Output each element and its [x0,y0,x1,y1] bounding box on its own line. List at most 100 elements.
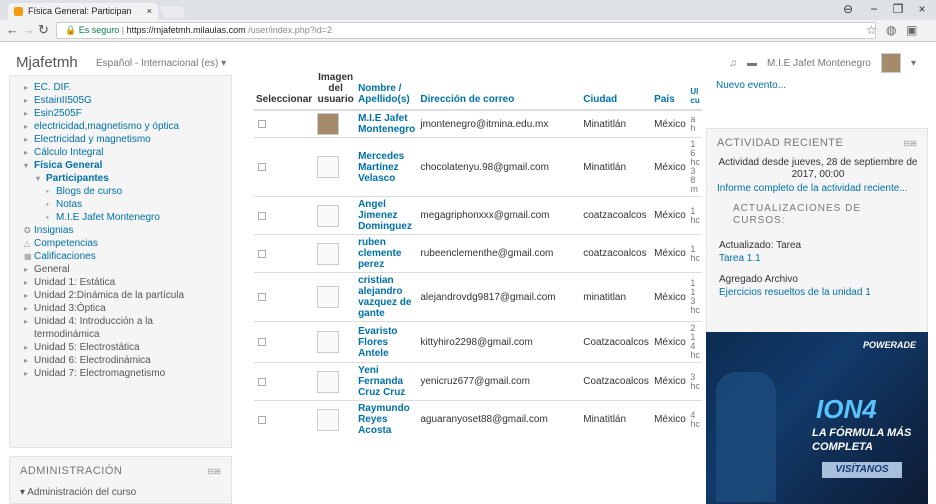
select-checkbox[interactable] [258,249,266,258]
select-checkbox[interactable] [258,211,266,220]
nav-item[interactable]: ▸ General [24,264,231,276]
user-picture[interactable] [317,156,340,178]
user-name-link[interactable]: Raymundo Reyes Acosta [356,400,419,438]
star-icon[interactable]: ☆ [866,23,877,37]
select-checkbox[interactable] [258,415,266,424]
chevron-icon: ▸ [24,135,29,144]
block-collapse-icon[interactable]: ⊟⊞ [904,139,917,148]
nav-item[interactable]: ▸ EC. DIF. [24,82,231,94]
user-picture[interactable] [317,286,340,308]
chevron-down-icon[interactable]: ▾ [911,58,916,69]
address-bar[interactable]: 🔒 Es seguro | https://mjafetmh.milaulas.… [56,22,876,39]
nav-item[interactable]: ▸ Unidad 1: Estática [24,277,231,289]
site-brand[interactable]: Mjafetmh [16,54,78,71]
user-picture[interactable] [317,242,340,265]
select-checkbox[interactable] [258,163,266,171]
forward-arrow-icon[interactable]: → [22,22,35,37]
ad-product: ION4 [816,394,877,424]
nav-item[interactable]: ▾ Física General [24,160,231,172]
nav-item[interactable]: ▸ Cálculo Integral [24,147,231,159]
ad-cta-button[interactable]: VISÍTANOS [822,462,902,478]
user-name[interactable]: M.I.E Jafet Montenegro [767,58,871,69]
nav-item[interactable]: • Notas [24,199,231,211]
nav-item[interactable]: ▸ Esin2505F [24,108,231,120]
header-name[interactable]: Nombre / Apellido(s) [356,70,419,111]
block-collapse-icon[interactable]: ⊟⊞ [208,467,221,476]
header-last-access[interactable]: Ul cu [688,70,702,111]
minimize-button[interactable]: − [862,2,886,16]
nav-item[interactable]: ▸ electricidad,magnetismo y óptica [24,121,231,133]
select-checkbox[interactable] [258,338,266,346]
new-tab-button[interactable] [159,6,187,18]
user-name-link[interactable]: Evaristo Flores Antele [356,321,419,363]
extension-icon[interactable]: ◍ [886,23,896,37]
full-report-link[interactable]: Informe completo de la actividad recient… [717,183,922,194]
nav-item[interactable]: ▸ Unidad 4: Introducción a la [24,316,231,328]
last-access-cell: 1 hc [688,196,702,235]
user-name-link[interactable]: Mercedes Martínez Velasco [356,137,419,197]
user-name-link[interactable]: Yeni Fernanda Cruz Cruz [356,362,419,401]
nav-item[interactable]: ▸ Unidad 6: Electrodinámica [24,355,231,367]
advertisement-banner[interactable]: POWERADE ION4 LA FÓRMULA MÁS COMPLETA VI… [706,332,928,504]
nav-item[interactable]: • Blogs de curso [24,186,231,198]
navigation-block: ▸ EC. DIF. ▸ EstainII505G ▸ Esin2505F ▸ electri… [9,75,232,448]
nav-item-label: Física General [34,160,103,171]
new-event-link[interactable]: Nuevo evento... [716,80,786,91]
nav-item[interactable]: • M.I.E Jafet Montenegro [24,212,231,224]
user-picture[interactable] [317,113,340,135]
nav-item[interactable]: termodinámica [24,329,231,341]
participants-rows: M.I.E Jafet Montenegro jmontenegro@itmina… [254,109,702,438]
header-email[interactable]: Dirección de correo [418,70,582,111]
user-name-link[interactable]: cristian alejandro vazquez de gante [356,272,419,322]
browser-tab[interactable]: Física General: Participan × [8,3,158,20]
chevron-icon: • [46,187,49,196]
city-cell: coatzacoalcos [581,234,653,273]
nav-item[interactable]: ▸ Unidad 3:Óptica [24,303,231,315]
nav-item[interactable]: ▸ Electricidad y magnetismo [24,134,231,146]
notifications-icon[interactable]: ♫ [730,58,738,69]
language-menu[interactable]: Español - Internacional (es) ▾ [96,58,226,69]
lock-icon: 🔒 [65,25,77,35]
user-picture[interactable] [317,204,340,227]
url-path: /user/index.php?id=2 [248,25,332,35]
email-cell: chocolatenyu.98@gmail.com [418,137,582,197]
reload-icon[interactable]: ↻ [38,22,49,38]
user-name-link[interactable]: M.I.E Jafet Montenegro [356,109,419,138]
select-checkbox[interactable] [258,120,266,128]
course-administration-item[interactable]: ▾ Administración del curso [20,487,136,498]
participants-table-area: Seleccionar Imagen del usuario Nombre / … [254,70,702,504]
user-name-link[interactable]: ruben clemente perez [356,234,419,273]
select-checkbox[interactable] [258,293,266,301]
header-country[interactable]: País [652,70,689,111]
nav-item[interactable]: ▾ Participantes [24,173,231,185]
nav-item[interactable]: ▸ Unidad 7: Electromagnetismo [24,368,231,380]
user-picture[interactable] [317,408,340,431]
close-window-button[interactable]: × [910,2,934,16]
restore-button[interactable]: ❐ [886,2,910,16]
user-name-link[interactable]: Angel Jimenez Dominguez [356,196,419,235]
chevron-icon: • [46,213,49,222]
messages-icon[interactable]: ▬ [747,58,757,69]
nav-item[interactable]: △ Competencias [24,238,231,250]
nav-item[interactable]: ✪ Insignias [24,225,231,237]
extension-icon-2[interactable]: ▣ [906,23,917,37]
nav-item[interactable]: ▦ Calificaciones [24,251,231,263]
nav-item[interactable]: ▸ Unidad 2:Dinámica de la partícula [24,290,231,302]
tab-close-icon[interactable]: × [147,3,152,20]
table-row: M.I.E Jafet Montenegro jmontenegro@itmina… [254,109,702,138]
select-checkbox[interactable] [258,377,266,386]
profile-icon[interactable]: ⊖ [836,2,860,16]
last-access-cell: ah [688,109,702,138]
update-link[interactable]: Ejercicios resueltos de la unidad 1 [719,287,871,298]
chevron-icon: ▸ [24,265,29,274]
update-link[interactable]: Tarea 1.1 [719,253,761,264]
nav-item-label: Competencias [34,238,98,249]
nav-item[interactable]: ▸ Unidad 5: Electrostática [24,342,231,354]
chevron-icon: ▸ [24,317,29,326]
user-picture[interactable] [317,331,340,353]
header-city[interactable]: Ciudad [581,70,653,111]
user-picture[interactable] [317,370,340,393]
image-cell [315,234,357,273]
nav-item[interactable]: ▸ EstainII505G [24,95,231,107]
back-arrow-icon[interactable]: ← [6,22,19,37]
